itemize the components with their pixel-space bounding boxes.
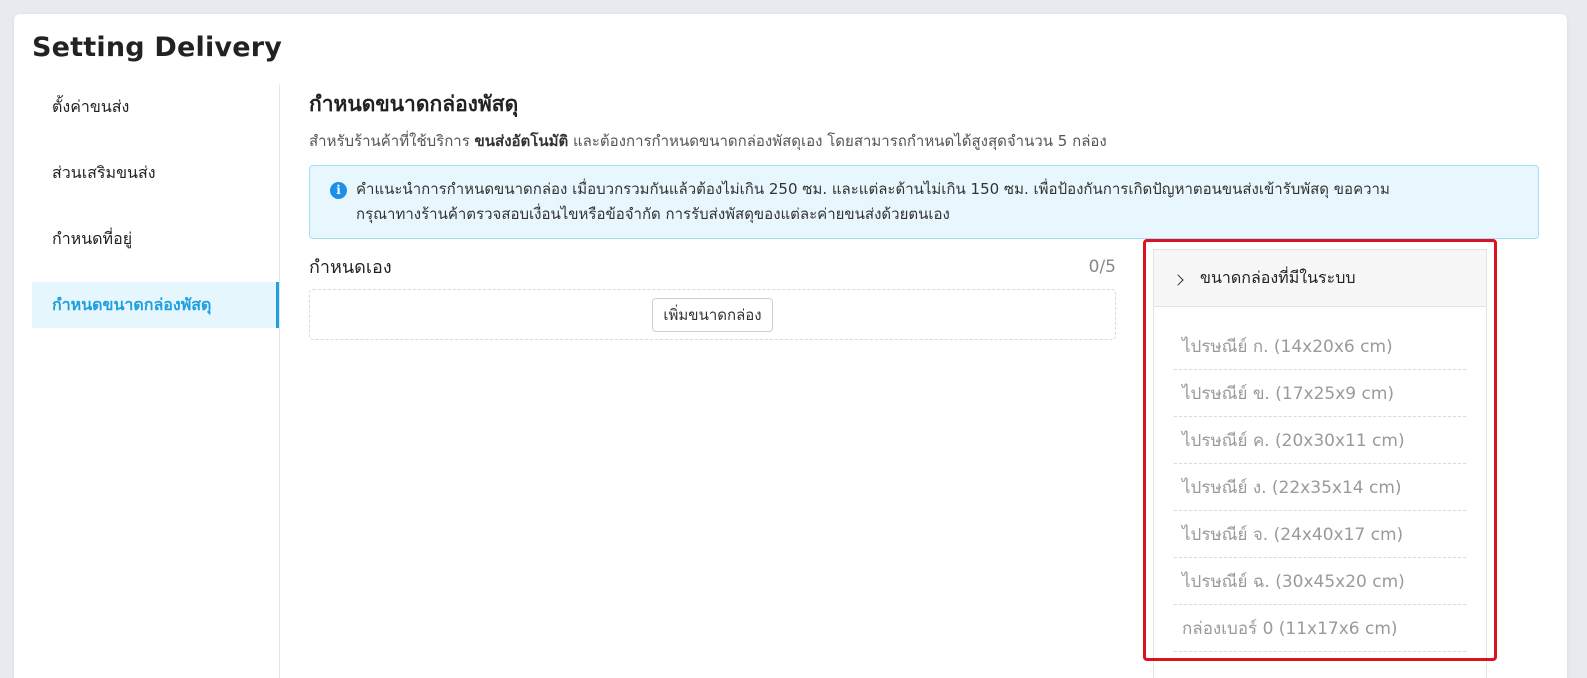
list-item: ไปรษณีย์ ฉ. (30x45x20 cm) <box>1174 558 1466 605</box>
custom-box-label: กำหนดเอง <box>309 257 392 278</box>
info-alert: i คำแนะนำการกำหนดขนาดกล่อง เมื่อบวกรวมกั… <box>309 165 1539 239</box>
sidebar-item-label: กำหนดขนาดกล่องพัสดุ <box>52 294 212 314</box>
list-item: ไปรษณีย์ จ. (24x40x17 cm) <box>1174 511 1466 558</box>
info-icon: i <box>330 182 347 199</box>
custom-box-area: เพิ่มขนาดกล่อง <box>309 289 1116 340</box>
system-boxes-header[interactable]: ขนาดกล่องที่มีในระบบ <box>1154 250 1486 307</box>
sidebar-item-delivery-settings[interactable]: ตั้งค่าขนส่ง <box>32 84 279 130</box>
main-content: กำหนดขนาดกล่องพัสดุ สำหรับร้านค้าที่ใช้บ… <box>309 84 1541 340</box>
sidebar-item-box-size[interactable]: กำหนดขนาดกล่องพัสดุ <box>32 282 279 328</box>
description-suffix: และต้องการกำหนดขนาดกล่องพัสดุเอง โดยสามา… <box>568 132 1107 150</box>
sidebar-item-label: ส่วนเสริมขนส่ง <box>52 162 156 182</box>
custom-box-count: 0/5 <box>1088 256 1116 277</box>
list-item: กล่องเบอร์ 0 (11x17x6 cm) <box>1174 605 1466 652</box>
sidebar-item-label: กำหนดที่อยู่ <box>52 228 133 248</box>
section-description: สำหรับร้านค้าที่ใช้บริการ ขนส่งอัตโนมัติ… <box>309 129 1541 153</box>
list-item: ไปรษณีย์ ง. (22x35x14 cm) <box>1174 464 1466 511</box>
custom-box-header: กำหนดเอง 0/5 <box>309 252 1116 281</box>
info-line-2: กรุณาทางร้านค้าตรวจสอบเงื่อนไขหรือข้อจำก… <box>356 205 950 223</box>
sidebar-item-delivery-addons[interactable]: ส่วนเสริมขนส่ง <box>32 150 279 196</box>
description-prefix: สำหรับร้านค้าที่ใช้บริการ <box>309 132 475 150</box>
section-title: กำหนดขนาดกล่องพัสดุ <box>309 92 519 116</box>
description-bold: ขนส่งอัตโนมัติ <box>474 132 569 150</box>
system-boxes-list: ไปรษณีย์ ก. (14x20x6 cm) ไปรษณีย์ ข. (17… <box>1154 307 1486 652</box>
sidebar-item-address[interactable]: กำหนดที่อยู่ <box>32 216 279 262</box>
chevron-right-icon <box>1172 274 1184 286</box>
settings-card: Setting Delivery ตั้งค่าขนส่ง ส่วนเสริมข… <box>14 14 1567 678</box>
sidebar: ตั้งค่าขนส่ง ส่วนเสริมขนส่ง กำหนดที่อยู่… <box>32 84 280 678</box>
list-item: ไปรษณีย์ ก. (14x20x6 cm) <box>1174 323 1466 370</box>
system-boxes-panel: ขนาดกล่องที่มีในระบบ ไปรษณีย์ ก. (14x20x… <box>1153 249 1487 678</box>
list-item: ไปรษณีย์ ค. (20x30x11 cm) <box>1174 417 1466 464</box>
add-box-size-button[interactable]: เพิ่มขนาดกล่อง <box>652 297 773 332</box>
info-line-1: คำแนะนำการกำหนดขนาดกล่อง เมื่อบวกรวมกันแ… <box>356 180 1390 198</box>
page-title: Setting Delivery <box>32 32 283 63</box>
list-item: ไปรษณีย์ ข. (17x25x9 cm) <box>1174 370 1466 417</box>
system-boxes-title: ขนาดกล่องที่มีในระบบ <box>1200 267 1356 287</box>
sidebar-item-label: ตั้งค่าขนส่ง <box>52 96 130 116</box>
